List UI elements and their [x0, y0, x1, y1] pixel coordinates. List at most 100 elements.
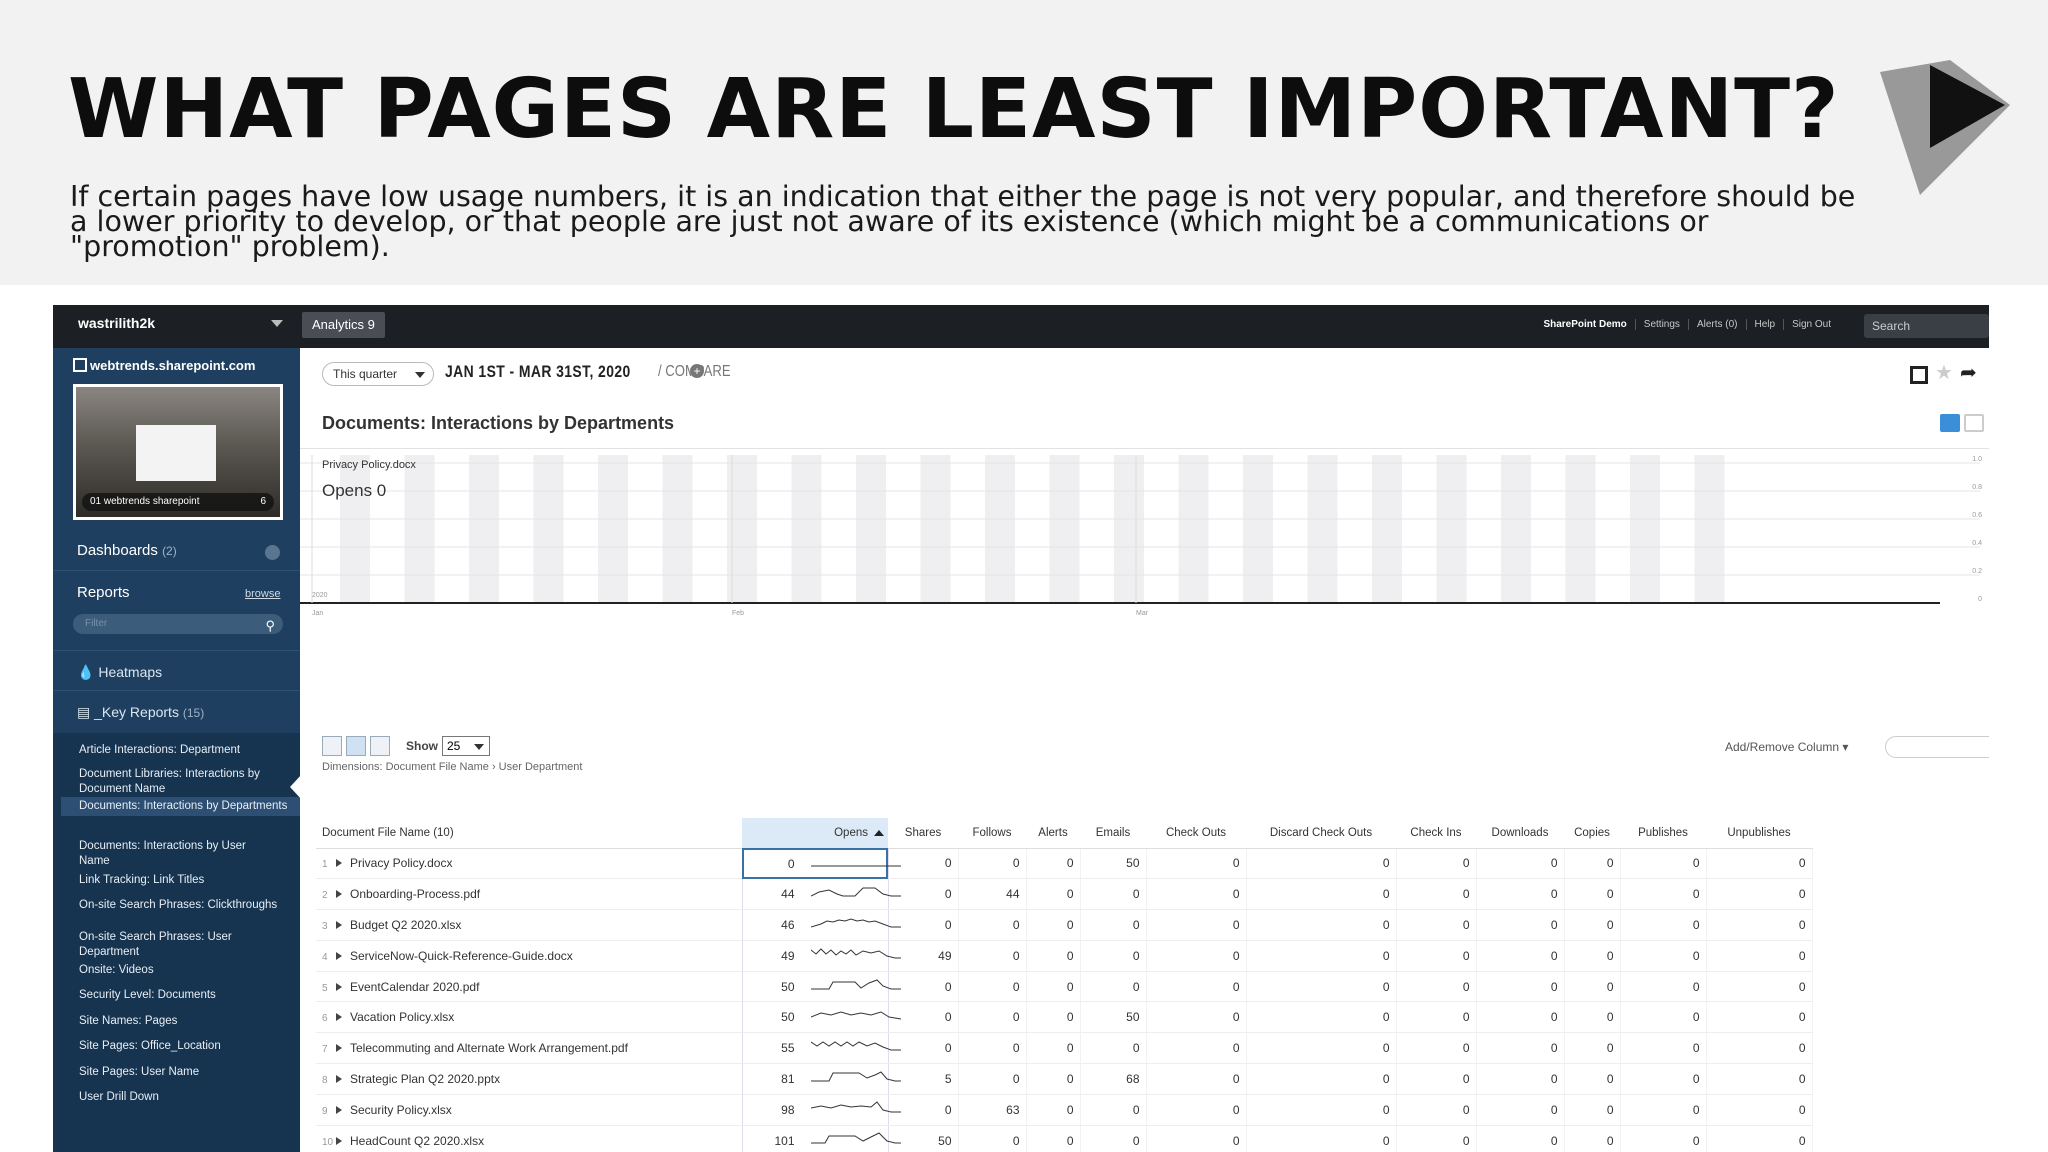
account-name[interactable]: wastrilith2k [78, 315, 155, 331]
column-header[interactable]: Copies [1564, 818, 1620, 849]
browse-link[interactable]: browse [245, 588, 280, 600]
sidebar-item-report[interactable]: Site Pages: Office_Location [79, 1039, 279, 1054]
column-header[interactable]: Shares [888, 818, 958, 849]
link-sharepoint-demo[interactable]: SharePoint Demo [1535, 319, 1634, 330]
grid-view-icon[interactable] [370, 736, 390, 756]
sidebar-item-report[interactable]: Site Names: Pages [79, 1014, 279, 1029]
table-row[interactable]: 6 Vacation Policy.xlsx 50 0 0 0 50 0 0 0 0 0 0 0 [316, 1001, 1813, 1034]
fullscreen-icon[interactable] [1910, 366, 1928, 384]
document-name-cell[interactable]: 10 HeadCount Q2 2020.xlsx [316, 1125, 742, 1152]
table-row[interactable]: 10 HeadCount Q2 2020.xlsx 101 50 0 0 0 0 0 0 0 0 0 0 [316, 1125, 1813, 1152]
table-view-icon[interactable] [1964, 414, 1984, 432]
metric-cell: 0 [1396, 848, 1477, 880]
link-settings[interactable]: Settings [1634, 319, 1688, 330]
sidebar-key-reports[interactable]: ▤ _Key Reports (15) [77, 704, 204, 721]
report-title: Documents: Interactions by Departments [322, 413, 675, 433]
sidebar-item-report[interactable]: Site Pages: User Name [79, 1065, 279, 1080]
column-header-name[interactable]: Document File Name (10) [316, 818, 742, 849]
thumbnail-caption: 01 webtrends sharepoint 6 [82, 493, 274, 511]
chart-stripe [533, 455, 564, 603]
table-row[interactable]: 5 EventCalendar 2020.pdf 50 0 0 0 0 0 0 0 0 0 0 0 [316, 971, 1813, 1003]
chevron-down-icon[interactable] [271, 320, 283, 327]
plus-icon[interactable]: + [690, 364, 704, 378]
table-search-input[interactable]: ⚲ [1885, 736, 1989, 758]
link-help[interactable]: Help [1745, 319, 1784, 330]
app-tab-analytics[interactable]: Analytics 9 [302, 312, 385, 338]
report-filter-input[interactable]: Filter ⚲ [73, 614, 283, 634]
expand-triangle-icon[interactable] [336, 1013, 342, 1022]
metric-cell: 0 [1564, 1063, 1621, 1095]
column-header[interactable]: Downloads [1476, 818, 1564, 849]
sidebar-item-report[interactable]: User Drill Down [79, 1090, 279, 1105]
add-remove-column-button[interactable]: Add/Remove Column ▾ [1725, 740, 1848, 754]
sidebar-item-report[interactable]: Security Level: Documents [79, 988, 279, 1003]
column-header[interactable]: Check Ins [1396, 818, 1476, 849]
thumbnail-dialog [136, 425, 216, 481]
sidebar-item-report[interactable]: Document Libraries: Interactions by Docu… [79, 767, 279, 797]
dimensions-breadcrumb[interactable]: Dimensions: Document File Name › User De… [322, 761, 582, 773]
sidebar-reports[interactable]: Reports [77, 584, 130, 601]
table-row[interactable]: 1 Privacy Policy.docx 0 0 0 0 50 0 0 0 0 0 0 0 [316, 848, 1813, 880]
expand-triangle-icon[interactable] [336, 1105, 342, 1114]
top-search-input[interactable]: Search [1864, 314, 1989, 338]
expand-triangle-icon[interactable] [336, 859, 342, 868]
sidebar-item-report[interactable]: On-site Search Phrases: User Department [79, 930, 279, 960]
column-header[interactable]: Opens [742, 818, 888, 849]
expand-triangle-icon[interactable] [336, 1074, 342, 1083]
metric-cell: 50 [1080, 848, 1147, 880]
thumbnail-count[interactable]: 6 [260, 493, 266, 511]
table-row[interactable]: 3 Budget Q2 2020.xlsx 46 0 0 0 0 0 0 0 0 0 0 0 [316, 909, 1813, 941]
sidebar-item-report[interactable]: Link Tracking: Link Titles [79, 873, 279, 888]
table-row[interactable]: 8 Strategic Plan Q2 2020.pptx 81 5 0 0 68 0 0 0 0 0… [316, 1063, 1813, 1095]
document-name-cell[interactable]: 6 Vacation Policy.xlsx [316, 1001, 742, 1034]
expand-triangle-icon[interactable] [336, 982, 342, 991]
document-name-cell[interactable]: 7 Telecommuting and Alternate Work Arrang… [316, 1032, 742, 1065]
sidebar-item-report[interactable]: Article Interactions: Department [79, 743, 279, 758]
expand-triangle-icon[interactable] [336, 1044, 342, 1053]
date-range[interactable]: JAN 1ST - MAR 31ST, 2020 [445, 362, 631, 382]
column-header[interactable]: Alerts [1026, 818, 1080, 849]
document-name-cell[interactable]: 8 Strategic Plan Q2 2020.pptx [316, 1063, 742, 1095]
sidebar-item-report-active[interactable]: Documents: Interactions by Departments [61, 797, 300, 816]
expand-triangle-icon[interactable] [336, 1136, 342, 1145]
table-row[interactable]: 9 Security Policy.xlsx 98 0 63 0 0 0 0 0 0 0 0 0 [316, 1094, 1813, 1126]
site-selector[interactable]: webtrends.sharepoint.com [73, 358, 255, 373]
period-select[interactable]: This quarter [322, 362, 434, 386]
expand-triangle-icon[interactable] [336, 951, 342, 960]
column-header[interactable]: Unpublishes [1706, 818, 1812, 849]
sidebar-item-report[interactable]: On-site Search Phrases: Clickthroughs [79, 898, 279, 913]
column-header[interactable]: Emails [1080, 818, 1146, 849]
expand-triangle-icon[interactable] [336, 890, 342, 899]
document-name-cell[interactable]: 9 Security Policy.xlsx [316, 1094, 742, 1126]
row-index: 2 [322, 890, 328, 902]
star-icon[interactable]: ★ [1935, 360, 1953, 385]
table-row[interactable]: 4 ServiceNow-Quick-Reference-Guide.docx 49… [316, 940, 1813, 972]
document-name-cell[interactable]: 5 EventCalendar 2020.pdf [316, 971, 742, 1003]
column-header[interactable]: Publishes [1620, 818, 1706, 849]
table-row[interactable]: 7 Telecommuting and Alternate Work Arrang… [316, 1032, 1813, 1065]
chart-stripe [662, 455, 693, 603]
document-name-cell[interactable]: 3 Budget Q2 2020.xlsx [316, 909, 742, 941]
link-alerts[interactable]: Alerts (0) [1687, 319, 1746, 330]
main-panel: This quarter JAN 1ST - MAR 31ST, 2020 / … [300, 348, 1989, 1152]
sidebar-item-report[interactable]: Documents: Interactions by User Name [79, 839, 279, 869]
sidebar-item-report[interactable]: Onsite: Videos [79, 963, 279, 978]
add-dashboard-icon[interactable] [265, 545, 280, 560]
column-header[interactable]: Discard Check Outs [1246, 818, 1396, 849]
expand-triangle-icon[interactable] [336, 920, 342, 929]
share-icon[interactable]: ➦ [1960, 360, 1977, 385]
link-sign-out[interactable]: Sign Out [1783, 319, 1839, 330]
document-name-cell[interactable]: 1 Privacy Policy.docx [316, 848, 742, 880]
export-icon[interactable] [322, 736, 342, 756]
site-thumbnail[interactable]: 01 webtrends sharepoint 6 [73, 384, 283, 520]
table-row[interactable]: 2 Onboarding-Process.pdf 44 0 44 0 0 0 0 0 0 0 0 0 [316, 878, 1813, 911]
rows-per-page-select[interactable]: 25 [442, 736, 490, 756]
sidebar-heatmaps[interactable]: 💧 Heatmaps [77, 664, 162, 681]
column-header[interactable]: Check Outs [1146, 818, 1246, 849]
column-header[interactable]: Follows [958, 818, 1026, 849]
document-name-cell[interactable]: 2 Onboarding-Process.pdf [316, 878, 742, 911]
chart-view-icon[interactable] [1940, 414, 1960, 432]
sparkline-view-icon[interactable] [346, 736, 366, 756]
sidebar-dashboards[interactable]: Dashboards (2) [77, 542, 177, 559]
document-name-cell[interactable]: 4 ServiceNow-Quick-Reference-Guide.docx [316, 940, 742, 972]
